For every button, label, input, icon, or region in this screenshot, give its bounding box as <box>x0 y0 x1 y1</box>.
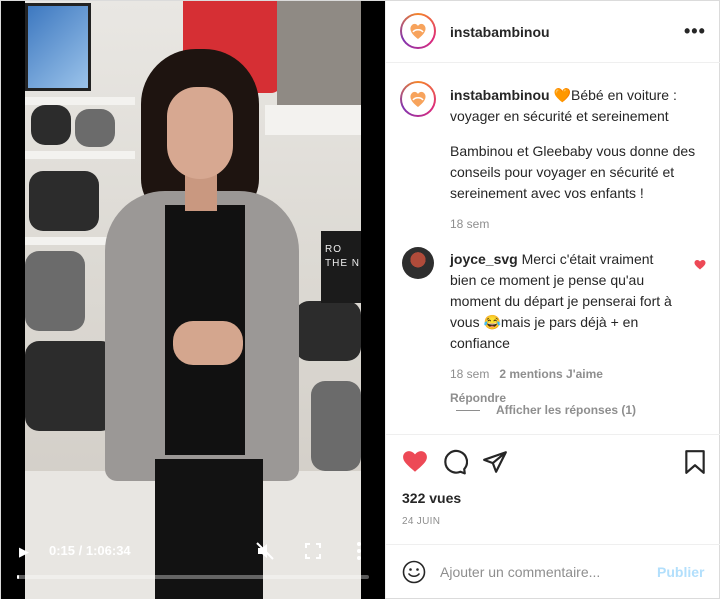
caption-username[interactable]: instabambinou <box>450 87 550 103</box>
car-seat <box>311 381 361 471</box>
post-date[interactable]: 24 JUIN <box>402 516 461 527</box>
publish-button[interactable]: Publier <box>657 564 704 580</box>
share-icon[interactable] <box>482 449 508 475</box>
car-seat <box>31 105 71 145</box>
video-player[interactable]: RO THE N ▶ 0:15 / 1:06:34 <box>1 1 385 599</box>
bambinou-logo-icon <box>410 23 426 39</box>
car-seat <box>25 251 85 331</box>
post-dialog: RO THE N ▶ 0:15 / 1:06:34 instabambinou … <box>0 0 720 599</box>
caption-text-2: Bambinou et Gleebaby vous donne des cons… <box>450 143 696 201</box>
view-replies-button[interactable]: Afficher les réponses (1) <box>456 403 636 417</box>
comment-icon[interactable] <box>442 449 468 475</box>
bambinou-logo-icon <box>410 91 426 107</box>
view-count[interactable]: 322 vues <box>402 490 461 506</box>
bookmark-icon[interactable] <box>682 449 708 475</box>
video-time: 0:15 / 1:06:34 <box>49 543 131 558</box>
avatar[interactable] <box>400 13 436 49</box>
post-header: instabambinou ••• <box>386 1 720 63</box>
add-comment-bar: Publier <box>386 544 720 598</box>
fullscreen-icon[interactable] <box>305 543 321 559</box>
comment-heart-icon[interactable] <box>694 259 706 271</box>
more-vertical-icon[interactable] <box>354 541 364 561</box>
video-frame: RO THE N <box>25 1 361 599</box>
video-progress-fill <box>17 575 19 579</box>
post-actions <box>386 434 720 490</box>
post-side-panel: instabambinou ••• instabambinou 🧡Bébé en … <box>385 1 720 598</box>
comment-input[interactable] <box>440 561 640 583</box>
store-sign: RO THE N <box>321 231 361 303</box>
like-heart-icon[interactable] <box>402 449 428 475</box>
video-controls: ▶ 0:15 / 1:06:34 <box>1 529 385 599</box>
header-username[interactable]: instabambinou <box>450 24 550 40</box>
post-stats: 322 vues 24 JUIN <box>402 490 461 527</box>
play-icon[interactable]: ▶ <box>19 544 29 560</box>
emoji-smile-icon[interactable] <box>402 560 426 584</box>
car-seat <box>29 171 99 231</box>
video-progress-bar[interactable] <box>17 575 369 579</box>
commenter-avatar[interactable] <box>402 247 434 279</box>
comment-time: 18 sem <box>450 367 490 381</box>
caption-time: 18 sem <box>450 217 490 231</box>
store-tv-screen <box>25 3 91 91</box>
caption-avatar[interactable] <box>400 81 436 117</box>
comment-likes[interactable]: 2 mentions J'aime <box>499 367 603 381</box>
orange-heart-emoji: 🧡 <box>553 87 571 103</box>
presenter <box>101 49 311 599</box>
mute-icon[interactable] <box>255 541 275 561</box>
more-horizontal-icon[interactable]: ••• <box>684 22 706 40</box>
comment-username[interactable]: joyce_svg <box>450 251 518 267</box>
